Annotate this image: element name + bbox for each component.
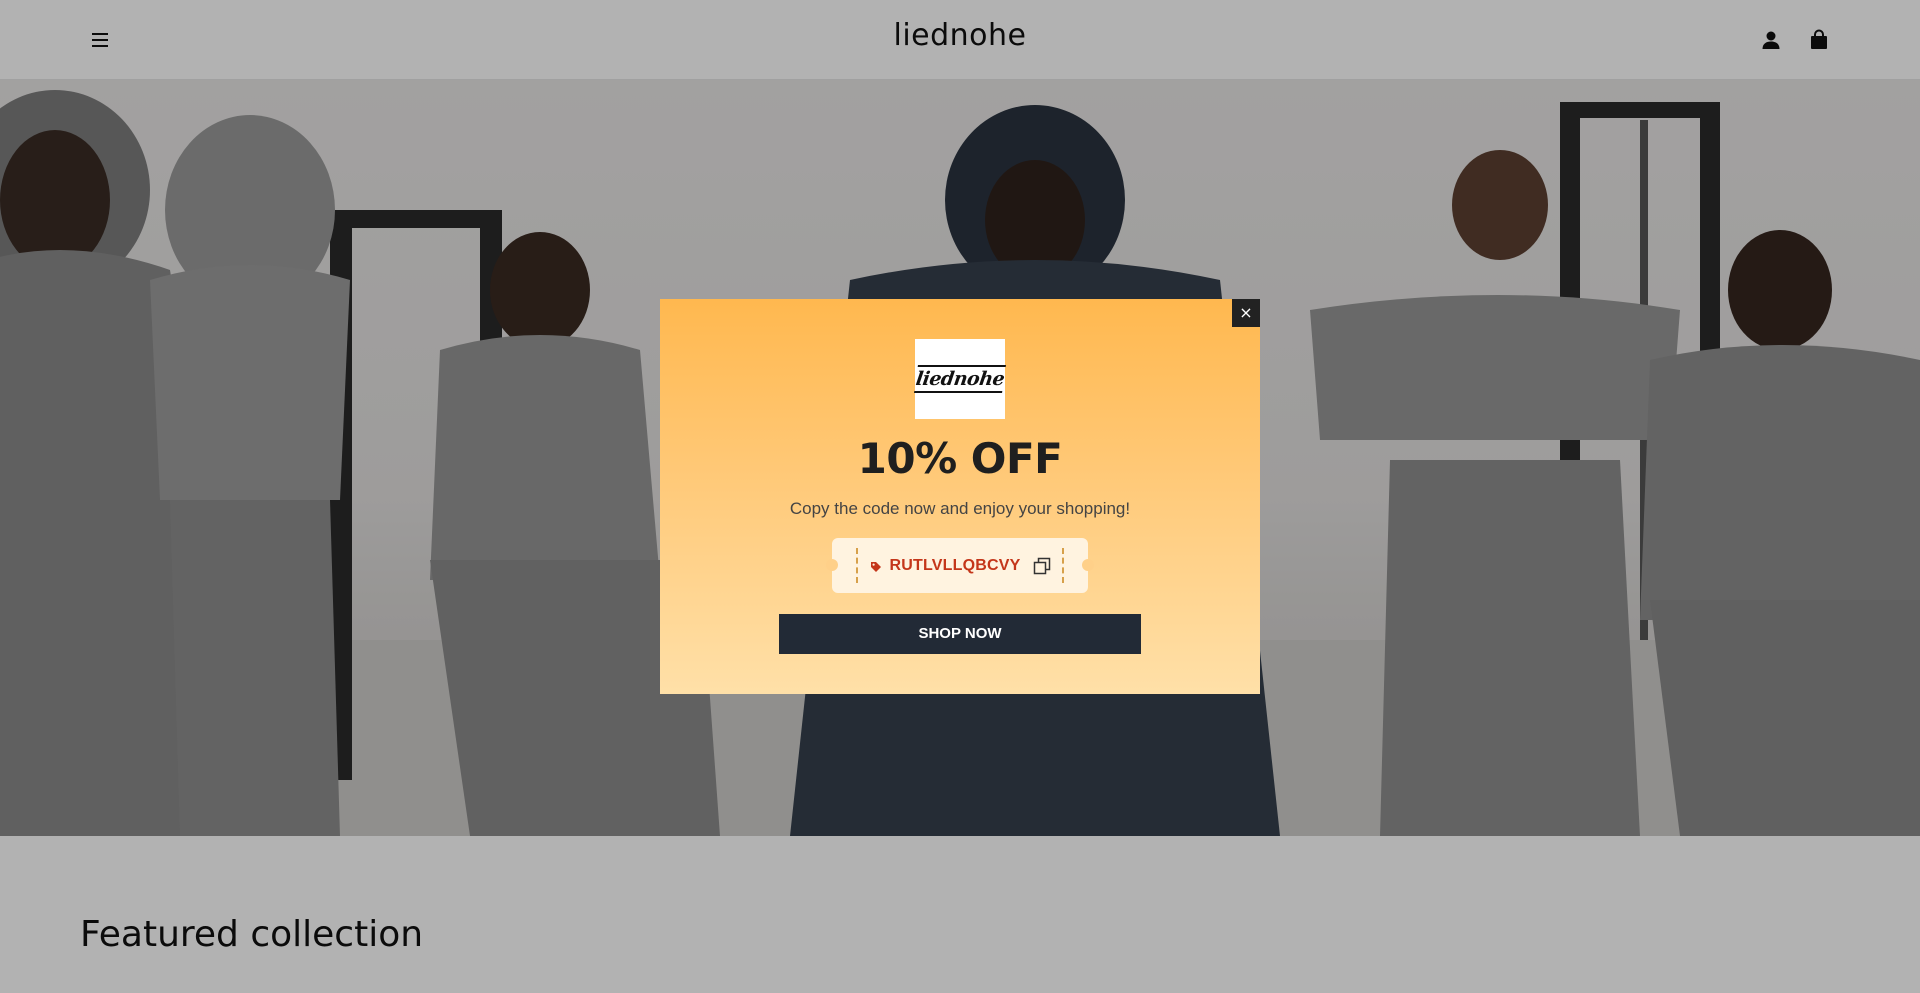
popup-logo-text: liednohe: [913, 365, 1007, 393]
popup-logo: liednohe: [913, 339, 1007, 419]
shop-now-button[interactable]: SHOP NOW: [779, 614, 1141, 654]
close-icon[interactable]: ×: [1232, 299, 1260, 327]
coupon-box[interactable]: RUTLVLLQBCVY: [826, 538, 1094, 593]
coupon-code[interactable]: RUTLVLLQBCVY: [890, 557, 1021, 575]
price-tag-icon: [870, 560, 882, 572]
copy-icon[interactable]: [1033, 557, 1051, 575]
popup-headline: 10% OFF: [857, 434, 1063, 483]
popup-subtitle: Copy the code now and enjoy your shoppin…: [789, 499, 1131, 518]
discount-popup: liednohe 10% OFF Copy the code now and e…: [660, 299, 1260, 694]
coupon-inner: RUTLVLLQBCVY: [856, 548, 1064, 583]
